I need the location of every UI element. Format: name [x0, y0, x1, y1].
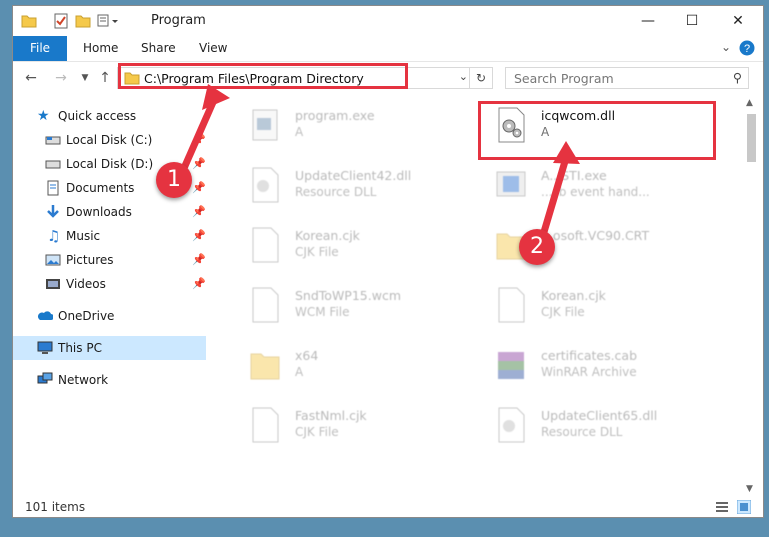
arrow-1-head — [202, 84, 230, 110]
step-badge-2: 2 — [519, 229, 555, 265]
arrow-2 — [537, 157, 570, 243]
annotation-arrows — [177, 84, 580, 243]
arrow-2-head — [553, 141, 580, 164]
arrow-1 — [177, 98, 218, 177]
step-badge-1: 1 — [156, 162, 192, 198]
